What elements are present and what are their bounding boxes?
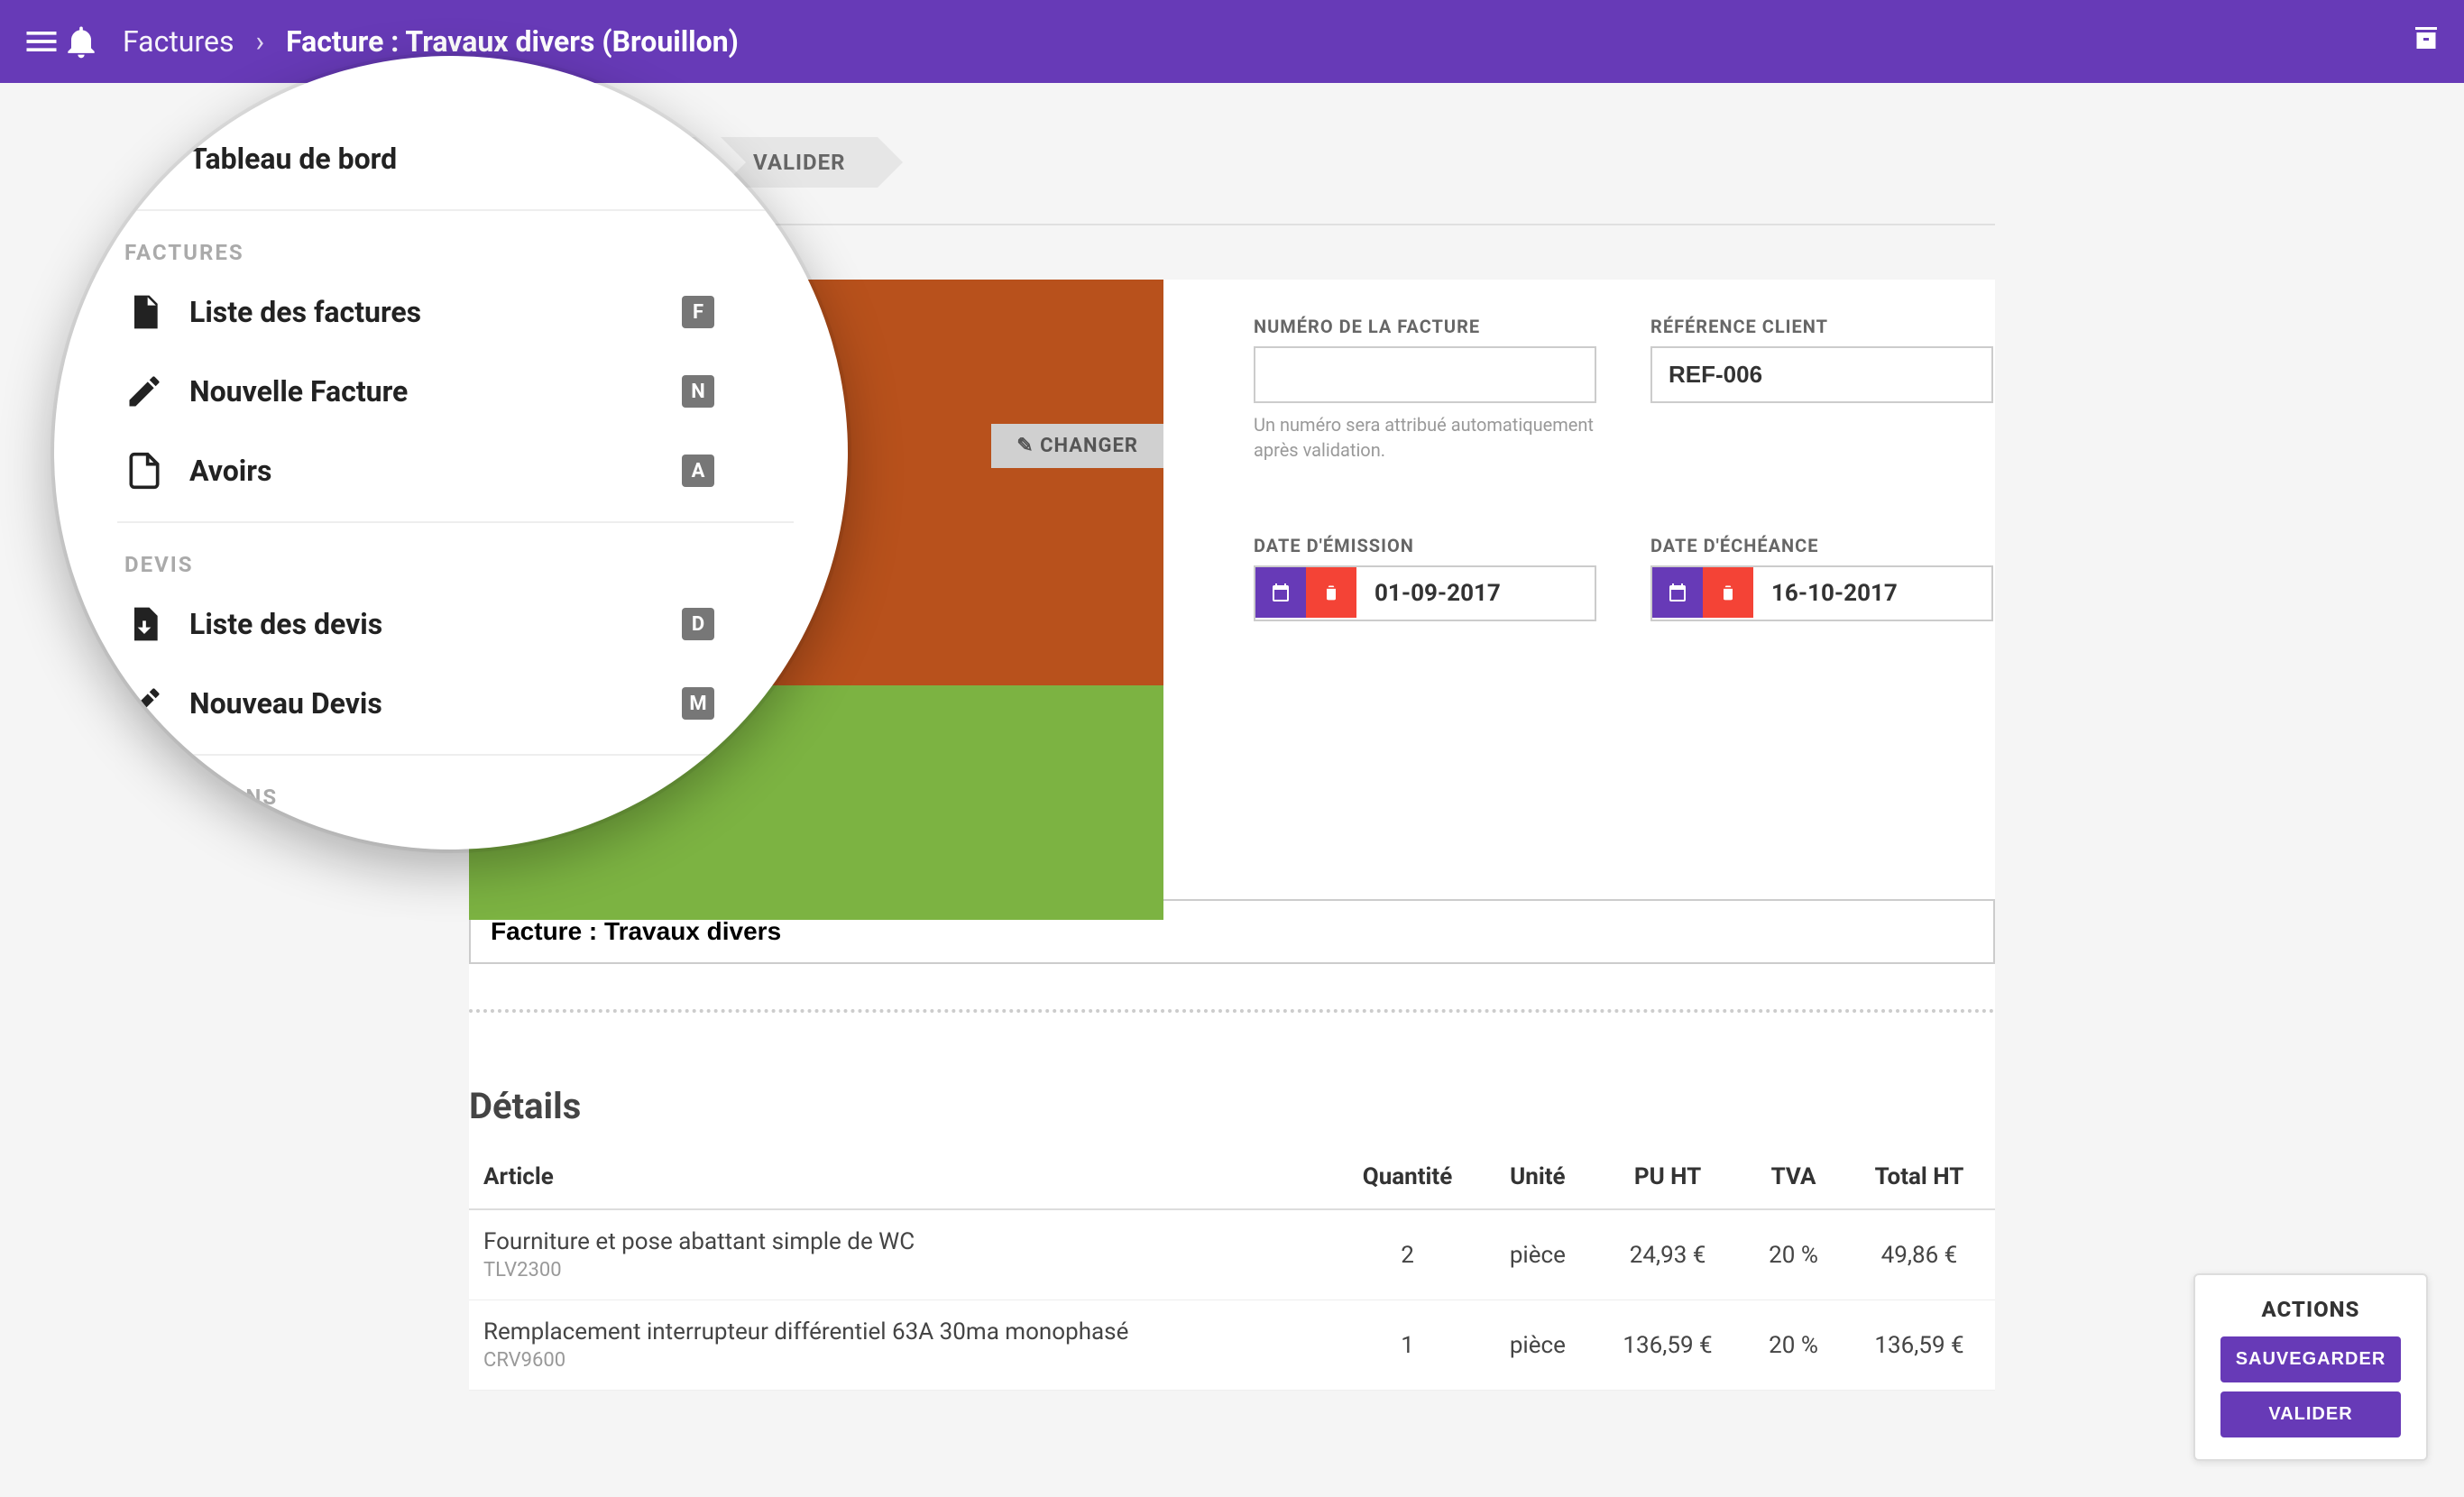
client-ref-label: RÉFÉRENCE CLIENT — [1650, 316, 1993, 337]
details-table: Article Quantité Unité PU HT TVA Total H… — [469, 1145, 1995, 1391]
clear-date-icon[interactable] — [1703, 567, 1753, 618]
col-unit: Unité — [1484, 1145, 1592, 1209]
nav-new-quote[interactable]: Nouveau Devis M — [117, 664, 794, 743]
col-qty: Quantité — [1331, 1145, 1483, 1209]
item-tva: 20 % — [1743, 1300, 1843, 1391]
change-client-button[interactable]: ✎ CHANGER — [991, 424, 1163, 468]
actions-panel: ACTIONS SAUVEGARDER VALIDER — [2193, 1273, 2428, 1461]
nav-dashboard-label: Tableau de bord — [189, 142, 786, 176]
nav-section-devis: DEVIS — [117, 534, 794, 584]
calendar-icon[interactable] — [1652, 567, 1703, 618]
document-icon — [124, 292, 164, 332]
item-qty: 2 — [1331, 1209, 1483, 1300]
nav-list-quotes[interactable]: Liste des devis D — [117, 584, 794, 664]
change-client-label: CHANGER — [1040, 435, 1138, 457]
calendar-icon[interactable] — [1255, 567, 1306, 618]
item-qty: 1 — [1331, 1300, 1483, 1391]
nav-dashboard[interactable]: Tableau de bord — [117, 119, 794, 198]
due-date-input[interactable]: 16-10-2017 — [1650, 565, 1993, 621]
item-name: Fourniture et pose abattant simple de WC — [483, 1228, 1317, 1255]
menu-icon[interactable] — [22, 22, 61, 61]
dotted-divider — [469, 1009, 1995, 1013]
issue-date-value: 01-09-2017 — [1356, 567, 1595, 620]
table-row[interactable]: Fourniture et pose abattant simple de WC… — [469, 1209, 1995, 1300]
client-ref-input[interactable] — [1650, 346, 1993, 403]
breadcrumb-link-factures[interactable]: Factures — [123, 24, 234, 59]
issue-date-input[interactable]: 01-09-2017 — [1254, 565, 1596, 621]
shortcut-key-f: F — [682, 296, 714, 328]
item-total: 136,59 € — [1843, 1300, 1995, 1391]
col-total: Total HT — [1843, 1145, 1995, 1209]
invoice-number-label: NUMÉRO DE LA FACTURE — [1254, 316, 1596, 337]
navigation-drawer-preview: Tableau de bord FACTURES Liste des factu… — [54, 56, 848, 850]
due-date-value: 16-10-2017 — [1753, 567, 1991, 620]
item-total: 49,86 € — [1843, 1209, 1995, 1300]
pencil-icon — [124, 684, 164, 723]
item-pu: 136,59 € — [1592, 1300, 1743, 1391]
nav-list-invoices-label: Liste des factures — [189, 295, 682, 329]
invoice-number-input[interactable] — [1254, 346, 1596, 403]
bell-icon[interactable] — [61, 22, 101, 61]
item-sku: CRV9600 — [483, 1349, 1317, 1372]
save-button[interactable]: SAUVEGARDER — [2220, 1336, 2401, 1382]
invoice-number-hint: Un numéro sera attribué automatiquement … — [1254, 412, 1596, 463]
clear-date-icon[interactable] — [1306, 567, 1356, 618]
shortcut-key-m: M — [682, 687, 714, 720]
item-sku: TLV2300 — [483, 1259, 1317, 1281]
nav-credit-notes[interactable]: Avoirs A — [117, 431, 794, 510]
nav-credit-notes-label: Avoirs — [189, 454, 682, 488]
file-icon — [124, 451, 164, 491]
col-pu: PU HT — [1592, 1145, 1743, 1209]
dashboard-icon — [124, 139, 164, 179]
pencil-icon — [124, 372, 164, 411]
breadcrumb: Factures › Facture : Travaux divers (Bro… — [123, 24, 739, 59]
actions-title: ACTIONS — [2220, 1297, 2401, 1322]
chevron-right-icon: › — [255, 24, 264, 59]
item-unit: pièce — [1484, 1300, 1592, 1391]
document-upload-icon — [124, 604, 164, 644]
item-tva: 20 % — [1743, 1209, 1843, 1300]
shortcut-key-a: A — [682, 455, 714, 487]
nav-list-quotes-label: Liste des devis — [189, 607, 682, 641]
archive-icon[interactable] — [2410, 22, 2442, 61]
nav-new-invoice[interactable]: Nouvelle Facture N — [117, 352, 794, 431]
details-title: Détails — [469, 1085, 1995, 1127]
col-article: Article — [469, 1145, 1331, 1209]
pencil-icon: ✎ — [1016, 435, 1034, 457]
nav-section-factures: FACTURES — [117, 222, 794, 272]
nav-new-quote-label: Nouveau Devis — [189, 686, 682, 721]
breadcrumb-current: Facture : Travaux divers (Brouillon) — [286, 24, 739, 59]
due-date-label: DATE D'ÉCHÉANCE — [1650, 535, 1993, 556]
shortcut-key-d: D — [682, 608, 714, 640]
issue-date-label: DATE D'ÉMISSION — [1254, 535, 1596, 556]
item-name: Remplacement interrupteur différentiel 6… — [483, 1318, 1317, 1345]
validate-button[interactable]: VALIDER — [2220, 1391, 2401, 1437]
table-row[interactable]: Remplacement interrupteur différentiel 6… — [469, 1300, 1995, 1391]
item-unit: pièce — [1484, 1209, 1592, 1300]
shortcut-key-n: N — [682, 375, 714, 408]
nav-list-invoices[interactable]: Liste des factures F — [117, 272, 794, 352]
item-pu: 24,93 € — [1592, 1209, 1743, 1300]
nav-new-invoice-label: Nouvelle Facture — [189, 374, 682, 409]
col-tva: TVA — [1743, 1145, 1843, 1209]
